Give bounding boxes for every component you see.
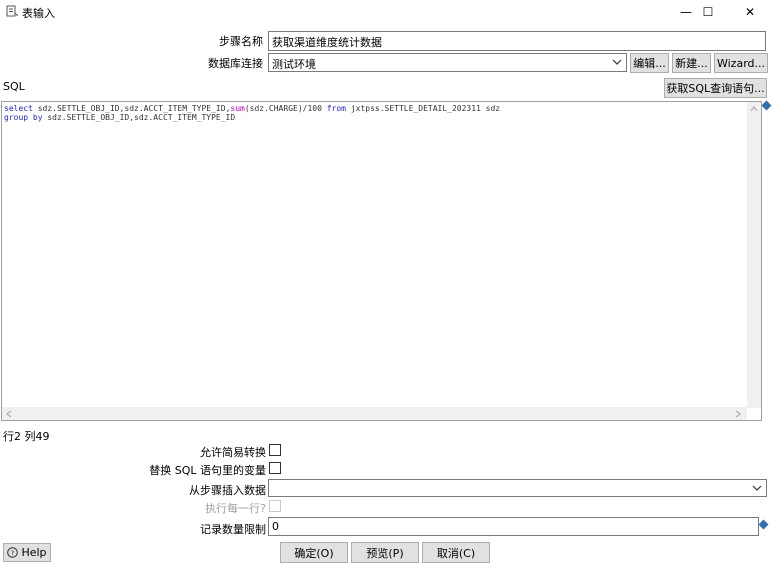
new-connection-button[interactable]: 新建...: [672, 53, 711, 73]
preview-label: 预览(P): [366, 546, 404, 560]
chevron-down-icon: [752, 485, 762, 491]
get-sql-label: 获取SQL查询语句...: [666, 82, 765, 95]
sql-keyword: from: [326, 104, 346, 113]
preview-button[interactable]: 预览(P): [351, 542, 419, 563]
ok-button[interactable]: 确定(O): [280, 542, 348, 563]
variable-diamond-icon: [761, 100, 772, 111]
maximize-button[interactable]: ☐: [686, 0, 730, 24]
sql-function: sum: [230, 104, 245, 113]
title-bar: 表输入 — ☐ ✕: [0, 0, 772, 24]
edit-connection-button[interactable]: 编辑...: [630, 53, 669, 73]
execute-each-row-label: 执行每一行?: [205, 502, 266, 515]
cursor-position: 行2 列49: [3, 430, 50, 443]
close-button[interactable]: ✕: [728, 0, 772, 24]
table-input-icon: [6, 5, 18, 17]
get-sql-button[interactable]: 获取SQL查询语句...: [664, 78, 767, 98]
replace-variables-checkbox[interactable]: [269, 462, 281, 474]
help-button[interactable]: ? Help: [3, 543, 51, 562]
close-icon: ✕: [744, 5, 756, 19]
help-label: Help: [21, 546, 47, 559]
scroll-up-icon[interactable]: [749, 105, 759, 113]
insert-from-step-select[interactable]: [268, 479, 767, 497]
sql-editor[interactable]: [1, 101, 762, 421]
ok-label: 确定(O): [294, 546, 334, 560]
sql-keyword: group by: [4, 113, 43, 122]
db-connection-select[interactable]: 测试环境: [268, 53, 627, 72]
db-connection-label: 数据库连接: [208, 57, 263, 70]
execute-each-row-checkbox[interactable]: [269, 500, 281, 512]
scroll-left-icon[interactable]: [5, 409, 13, 419]
lazy-conversion-checkbox[interactable]: [269, 444, 281, 456]
insert-from-step-label: 从步骤插入数据: [189, 484, 266, 497]
sql-text: sdz.SETTLE_OBJ_ID,sdz.ACCT_ITEM_TYPE_ID,: [32, 104, 231, 113]
replace-variables-label: 替换 SQL 语句里的变量: [149, 464, 266, 477]
edit-connection-label: 编辑...: [633, 57, 666, 70]
cancel-button[interactable]: 取消(C): [422, 542, 490, 563]
record-limit-input[interactable]: 0: [268, 517, 759, 536]
db-connection-value: 测试环境: [272, 58, 316, 71]
sql-text: (sdz.CHARGE)/100: [244, 104, 327, 113]
new-connection-label: 新建...: [675, 57, 708, 70]
sql-keyword: select: [4, 104, 33, 113]
wizard-label: Wizard...: [716, 56, 765, 70]
lazy-conversion-label: 允许简易转换: [200, 446, 266, 459]
sql-text: sdz.SETTLE_OBJ_ID,sdz.ACCT_ITEM_TYPE_ID: [42, 113, 236, 122]
svg-text:?: ?: [11, 549, 15, 557]
record-limit-value: 0: [272, 520, 279, 533]
sql-label: SQL: [3, 80, 25, 93]
cancel-label: 取消(C): [436, 546, 476, 560]
variable-diamond-icon: [758, 519, 769, 530]
scroll-right-icon[interactable]: [734, 409, 742, 419]
step-name-value: 获取渠道维度统计数据: [272, 36, 382, 49]
help-icon: ?: [7, 547, 19, 558]
chevron-down-icon: [612, 59, 622, 65]
sql-horizontal-scrollbar[interactable]: [2, 407, 747, 420]
step-name-label: 步骤名称: [219, 35, 263, 48]
record-limit-label: 记录数量限制: [200, 523, 266, 536]
sql-line-2: group by sdz.SETTLE_OBJ_ID,sdz.ACCT_ITEM…: [4, 113, 235, 122]
maximize-icon: ☐: [702, 5, 714, 19]
wizard-button[interactable]: Wizard...: [714, 53, 768, 73]
step-name-input[interactable]: 获取渠道维度统计数据: [268, 31, 766, 51]
sql-vertical-scrollbar[interactable]: [747, 102, 761, 408]
sql-line-1: select sdz.SETTLE_OBJ_ID,sdz.ACCT_ITEM_T…: [4, 104, 500, 113]
window-title: 表输入: [22, 7, 55, 20]
sql-text: jxtpss.SETTLE_DETAIL_202311 sdz: [346, 104, 501, 113]
